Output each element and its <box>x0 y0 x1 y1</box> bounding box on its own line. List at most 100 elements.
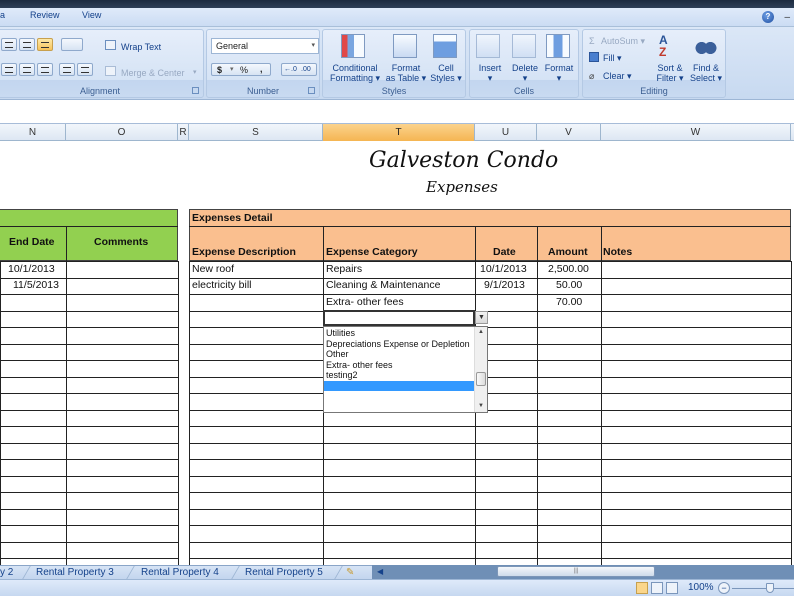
page-layout-view-icon[interactable] <box>651 582 663 594</box>
sheet-tab[interactable]: Rental Property 5 <box>245 566 323 579</box>
expense-amount-cell[interactable]: 70.00 <box>554 294 584 310</box>
page-break-view-icon[interactable] <box>666 582 678 594</box>
chevron-down-icon: ▾ <box>311 42 315 49</box>
styles-group-label: Styles <box>381 86 407 96</box>
merge-center-button[interactable]: Merge & Center <box>121 68 185 78</box>
worksheet-grid[interactable]: Galveston Condo Expenses End Date Commen… <box>0 141 794 565</box>
dropdown-option[interactable]: Depreciations Expense or Depletion <box>326 339 470 350</box>
column-header-v[interactable]: V <box>537 124 601 141</box>
insert-button[interactable]: Insert ▾ <box>474 63 506 83</box>
end-date-cell[interactable]: 10/1/2013 <box>6 261 57 277</box>
autosum-button[interactable]: AutoSum ▾ <box>601 36 645 46</box>
zoom-slider-thumb[interactable] <box>766 583 774 593</box>
tab-view[interactable]: View <box>82 10 101 20</box>
format-as-table-button[interactable]: Format as Table ▾ <box>385 63 427 83</box>
dropdown-option-highlighted[interactable] <box>324 380 475 391</box>
cell-styles-button[interactable]: Cell Styles ▾ <box>427 63 465 83</box>
dropdown-option[interactable]: Extra- other fees <box>326 360 393 371</box>
merge-dropdown-icon[interactable]: ▾ <box>193 68 197 78</box>
category-dropdown-cell[interactable] <box>323 310 475 326</box>
grid-line <box>189 311 791 312</box>
expense-category-cell[interactable]: Repairs <box>324 261 364 277</box>
title-bar <box>0 0 794 8</box>
percent-button[interactable]: % <box>240 65 248 75</box>
comma-button[interactable]: , <box>260 64 263 74</box>
sheet-tab[interactable]: Rental Property 3 <box>36 566 114 579</box>
expense-description-cell[interactable]: New roof <box>190 261 236 277</box>
zoom-level[interactable]: 100% <box>688 582 714 593</box>
align-top-icon[interactable] <box>1 38 17 51</box>
eraser-icon: ⌀ <box>589 71 595 81</box>
insert-sheet-icon[interactable]: ✎ <box>346 566 354 579</box>
end-date-cell[interactable]: 11/5/2013 <box>11 277 61 293</box>
number-format-value: General <box>216 41 249 51</box>
increase-decimal-icon[interactable]: ←.0 <box>284 65 297 75</box>
number-format-select[interactable]: General ▾ <box>211 38 319 54</box>
column-headers: N O R S T U V W <box>0 124 794 141</box>
expense-category-cell[interactable]: Extra- other fees <box>324 294 406 310</box>
expense-category-cell[interactable]: Cleaning & Maintenance <box>324 277 442 293</box>
tab-review[interactable]: Review <box>30 10 60 20</box>
sheet-tab[interactable]: y 2 <box>0 566 13 579</box>
align-left-icon[interactable] <box>1 63 17 76</box>
align-right-icon[interactable] <box>37 63 53 76</box>
currency-percent-group: $ ▾ % , <box>211 63 271 76</box>
clear-button[interactable]: Clear ▾ <box>603 71 632 81</box>
grid-line <box>178 261 179 565</box>
expense-date-cell[interactable]: 10/1/2013 <box>478 261 529 277</box>
dropdown-option[interactable]: Utilities <box>326 328 355 339</box>
currency-dropdown-icon[interactable]: ▾ <box>230 65 234 75</box>
delete-button[interactable]: Delete ▾ <box>508 63 542 83</box>
horizontal-scroll-thumb[interactable]: ||| <box>497 566 655 577</box>
category-dropdown-button[interactable]: ▼ <box>475 311 488 324</box>
column-header-n[interactable]: N <box>0 124 66 141</box>
minimize-ribbon-icon[interactable]: – <box>784 12 790 23</box>
dropdown-option[interactable]: Other <box>326 349 349 360</box>
increase-indent-icon[interactable] <box>77 63 93 76</box>
sort-filter-button[interactable]: Sort & Filter ▾ <box>653 63 687 83</box>
expense-date-cell[interactable]: 9/1/2013 <box>482 277 527 293</box>
sheet-tab[interactable]: Rental Property 4 <box>141 566 219 579</box>
align-bottom-icon[interactable] <box>37 38 53 51</box>
orientation-icon[interactable] <box>61 38 83 51</box>
currency-button[interactable]: $ <box>217 65 222 75</box>
column-header-r[interactable]: R <box>178 124 189 141</box>
fill-button[interactable]: Fill ▾ <box>603 53 622 63</box>
scroll-up-icon[interactable]: ▲ <box>478 329 484 335</box>
expense-amount-cell[interactable]: 2,500.00 <box>546 261 591 277</box>
column-header-u[interactable]: U <box>475 124 537 141</box>
format-button[interactable]: Format ▾ <box>542 63 576 83</box>
zoom-out-icon[interactable]: − <box>718 582 730 594</box>
zoom-slider-track[interactable] <box>732 588 794 589</box>
merge-center-icon <box>105 66 116 76</box>
alignment-launcher-icon[interactable] <box>192 87 199 94</box>
grid-line <box>475 261 476 565</box>
tab-data[interactable]: a <box>0 10 5 20</box>
grid-line <box>0 294 178 295</box>
align-center-icon[interactable] <box>19 63 35 76</box>
scroll-left-icon[interactable]: ◀ <box>377 567 383 576</box>
align-middle-icon[interactable] <box>19 38 35 51</box>
left-table-header <box>0 209 178 261</box>
column-header-w[interactable]: W <box>601 124 791 141</box>
column-header-s[interactable]: S <box>189 124 323 141</box>
dropdown-option[interactable]: testing2 <box>326 370 358 381</box>
help-icon[interactable]: ? <box>762 11 774 23</box>
scroll-down-icon[interactable]: ▼ <box>478 403 484 409</box>
find-label-2: Select <box>689 73 715 83</box>
decrease-decimal-icon[interactable]: .00 <box>301 65 311 75</box>
horizontal-scrollbar[interactable]: ◀ ||| <box>372 565 794 579</box>
expense-amount-cell[interactable]: 50.00 <box>554 277 584 293</box>
conditional-formatting-button[interactable]: Conditional Formatting ▾ <box>327 63 383 83</box>
expense-description-cell[interactable]: electricity bill <box>190 277 254 293</box>
column-header-t[interactable]: T <box>323 124 475 141</box>
column-header-o[interactable]: O <box>66 124 178 141</box>
grid-line <box>323 226 324 261</box>
scroll-thumb[interactable] <box>476 372 486 386</box>
decrease-indent-icon[interactable] <box>59 63 75 76</box>
dropdown-scrollbar[interactable]: ▲ ▼ <box>474 327 487 412</box>
find-select-button[interactable]: Find & Select ▾ <box>687 63 725 83</box>
normal-view-icon[interactable] <box>636 582 648 594</box>
wrap-text-button[interactable]: Wrap Text <box>121 42 161 52</box>
number-launcher-icon[interactable] <box>308 87 315 94</box>
